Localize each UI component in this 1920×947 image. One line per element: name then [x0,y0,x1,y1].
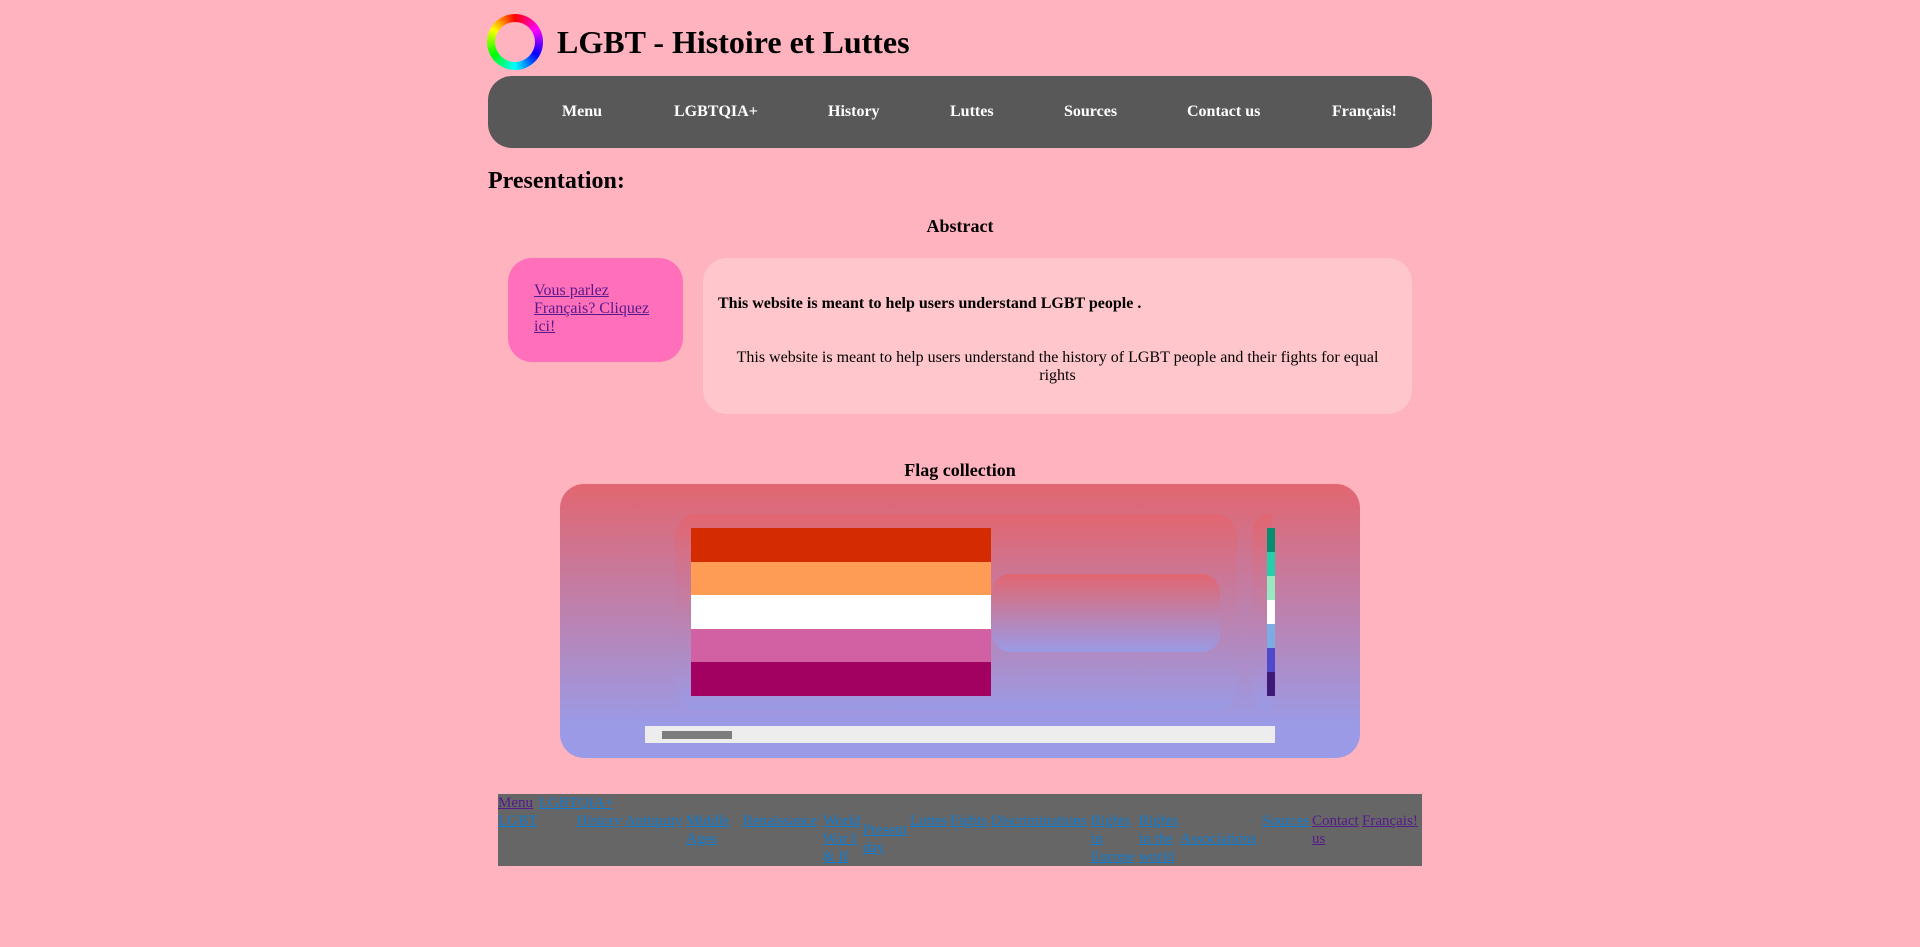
lesbian-flag-stripe-5 [691,662,991,696]
footer-link-history[interactable]: History [577,812,622,830]
lesbian-flag-stripe-4 [691,628,991,663]
footer-link-menu[interactable]: Menu [498,794,533,812]
gay-flag-stripe-4 [1267,600,1275,624]
nav-menu[interactable]: Menu [562,103,602,121]
footer-link-fights[interactable]: Fights [950,812,988,830]
french-link-box: Vous parlez Français? Cliquez ici! [508,258,683,362]
footer-link-associations[interactable]: Associations [1180,830,1257,848]
abstract-lead: This website is meant to help users unde… [718,295,1142,312]
rainbow-ring-icon [487,14,543,70]
footer-link-lgbt[interactable]: LGBT [498,812,537,830]
french-link[interactable]: Vous parlez Français? Cliquez ici! [534,282,657,336]
footer-link-luttes[interactable]: Luttes [910,812,948,830]
carousel-scrollbar[interactable] [645,726,1275,743]
lesbian-flag-stripe-3 [691,595,991,629]
footer-link-lgbtqia[interactable]: LGBTQIA+ [539,794,613,812]
footer-link-rights-europe[interactable]: Rights in Europe [1091,812,1134,866]
footer-link-rights-world[interactable]: Rights in the world [1139,812,1181,866]
footer-link-contact-us[interactable]: Contact us [1312,812,1362,848]
gay-flag-stripe-3 [1267,576,1275,600]
flag-carousel [560,484,1360,758]
gay-flag-stripe-6 [1267,648,1275,672]
footer-nav: Menu LGBT LGBTQIA+ History Antiquity Mid… [498,794,1422,866]
footer-link-francais[interactable]: Français! [1362,812,1418,830]
scrollbar-thumb[interactable] [662,731,732,739]
lesbian-flag-stripe-1 [691,528,991,562]
footer-link-middle-ages[interactable]: Middle Ages [686,812,732,848]
nav-francais[interactable]: Français! [1332,103,1397,121]
footer-link-antiquity[interactable]: Antiquity [625,812,683,830]
abstract-heading: Abstract [926,216,994,236]
footer-link-renaissance[interactable]: Renaissance [743,812,817,830]
site-title: LGBT - Histoire et Luttes [557,23,910,60]
footer-link-present-day[interactable]: Present day [863,821,907,857]
gay-flag-image[interactable] [1267,528,1275,696]
nav-sources[interactable]: Sources [1064,103,1117,121]
gay-flag-stripe-5 [1267,624,1275,648]
nav-history[interactable]: History [828,103,880,121]
lesbian-flag-stripe-2 [691,561,991,596]
presentation-heading: Presentation: [488,168,625,194]
footer-link-sources[interactable]: Sources [1262,812,1310,830]
abstract-text: This website is meant to help users unde… [736,349,1379,384]
flag-collection-heading: Flag collection [904,460,1016,480]
nav-luttes[interactable]: Luttes [950,103,994,121]
gay-flag-stripe-2 [1267,552,1275,576]
gay-flag-stripe-7 [1267,672,1275,696]
abstract-box: This website is meant to help users unde… [703,258,1412,414]
nav-lgbtqia[interactable]: LGBTQIA+ [674,103,758,121]
site-header: LGBT - Histoire et Luttes [487,12,910,72]
flag-caption-panel [992,574,1220,652]
main-nav: Menu LGBTQIA+ History Luttes Sources Con… [488,76,1432,148]
gay-flag-stripe-1 [1267,528,1275,552]
footer-link-discriminations[interactable]: Discriminations [991,812,1087,830]
nav-contact-us[interactable]: Contact us [1187,103,1260,121]
lesbian-flag-image[interactable] [691,528,991,696]
footer-link-world-wars[interactable]: World War I & II [823,812,861,866]
